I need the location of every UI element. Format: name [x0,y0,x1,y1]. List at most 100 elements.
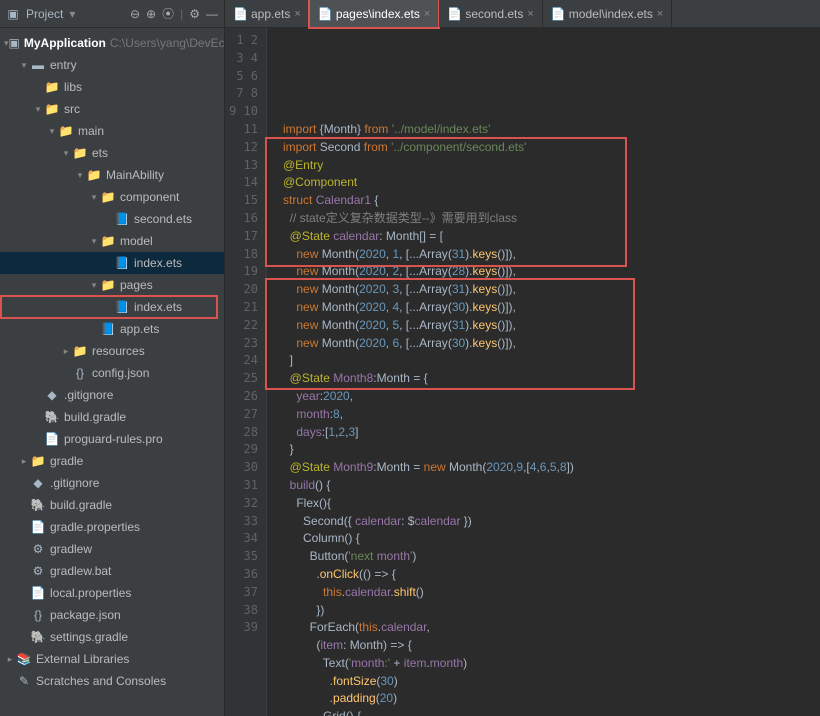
tree-row[interactable]: ⚙gradlew [0,538,224,560]
tree-row[interactable]: ▾▣MyApplicationC:\Users\yang\DevEcoStu [0,32,224,54]
code-line[interactable]: year:2020, [283,388,820,406]
toggle-arrow-icon[interactable]: ▸ [60,346,72,357]
code-line[interactable]: build() { [283,477,820,495]
editor-tab[interactable]: 📄pages\index.ets× [310,0,440,27]
tree-row[interactable]: {}config.json [0,362,224,384]
ets-icon: 📘 [114,255,130,271]
tree-row[interactable]: ▾📁MainAbility [0,164,224,186]
tree-row[interactable]: 🐘build.gradle [0,406,224,428]
tree-row[interactable]: ◆.gitignore [0,384,224,406]
tree-row[interactable]: ▸📁gradle [0,450,224,472]
json-icon: {} [72,365,88,381]
tree-row[interactable]: 📄proguard-rules.pro [0,428,224,450]
code-line[interactable]: Flex(){ [283,495,820,513]
tree-row[interactable]: ▾▬entry [0,54,224,76]
code-line[interactable]: new Month(2020, 3, [...Array(31).keys()]… [283,281,820,299]
toggle-arrow-icon[interactable]: ▾ [18,60,30,71]
code-line[interactable]: this.calendar.shift() [283,584,820,602]
tree-label: index.ets [134,300,182,314]
code-line[interactable]: import {Month} from '../model/index.ets' [283,121,820,139]
code-line[interactable]: import Second from '../component/second.… [283,139,820,157]
tree-row[interactable]: ▾📁pages [0,274,224,296]
collapse-icon[interactable]: ⊖ [130,7,140,21]
toggle-arrow-icon[interactable]: ▾ [46,126,58,137]
code-line[interactable]: .fontSize(30) [283,673,820,691]
project-tree[interactable]: ▾▣MyApplicationC:\Users\yang\DevEcoStu▾▬… [0,28,225,716]
code-editor[interactable]: 1 2 3 4 5 6 7 8 9 10 11 12 13 14 15 16 1… [225,28,820,716]
project-tool-header[interactable]: ▣ Project ▾ ⊖ ⊕ ⦿ | ⚙ — [0,0,225,27]
tree-row[interactable]: ▾📁component [0,186,224,208]
expand-icon[interactable]: ⊕ [146,7,156,21]
folder-icon: 📁 [30,453,46,469]
code-line[interactable]: @State Month9:Month = new Month(2020,9,[… [283,459,820,477]
editor-tab[interactable]: 📄second.ets× [439,0,542,27]
tree-row[interactable]: 📘app.ets [0,318,224,340]
target-icon[interactable]: ⦿ [162,5,174,22]
toggle-arrow-icon[interactable]: ▾ [32,104,44,115]
code-line[interactable]: }) [283,602,820,620]
code-line[interactable]: Column() { [283,530,820,548]
toggle-arrow-icon[interactable]: ▾ [88,236,100,247]
code-line[interactable]: Second({ calendar: $calendar }) [283,513,820,531]
tree-row[interactable]: 📁libs [0,76,224,98]
tree-row[interactable]: 📘index.ets [0,252,224,274]
tree-row[interactable]: ▾📁ets [0,142,224,164]
tree-row[interactable]: 📄local.properties [0,582,224,604]
code-line[interactable]: new Month(2020, 6, [...Array(30).keys()]… [283,335,820,353]
code-line[interactable]: new Month(2020, 5, [...Array(31).keys()]… [283,317,820,335]
code-line[interactable]: days:[1,2,3] [283,424,820,442]
code-line[interactable]: @State calendar: Month[] = [ [283,228,820,246]
close-icon[interactable]: × [657,8,663,20]
code-line[interactable]: ForEach(this.calendar, [283,619,820,637]
tree-row[interactable]: ▸📚External Libraries [0,648,224,670]
code-line[interactable]: new Month(2020, 2, [...Array(28).keys()]… [283,263,820,281]
toggle-arrow-icon[interactable]: ▾ [74,170,86,181]
tree-row[interactable]: ▾📁model [0,230,224,252]
code-line[interactable]: struct Calendar1 { [283,192,820,210]
tree-label: MainAbility [106,168,164,182]
toggle-arrow-icon[interactable]: ▾ [60,148,72,159]
toggle-arrow-icon[interactable]: ▾ [88,192,100,203]
close-icon[interactable]: × [424,8,430,20]
tree-row[interactable]: 📘second.ets [0,208,224,230]
code-line[interactable]: @Component [283,174,820,192]
tree-row[interactable]: 🐘settings.gradle [0,626,224,648]
toggle-arrow-icon[interactable]: ▸ [4,654,16,665]
code-line[interactable]: // state定义复杂数据类型--》需要用到class [283,210,820,228]
gear-icon[interactable]: ⚙ [189,7,200,21]
toggle-arrow-icon[interactable]: ▸ [18,456,30,467]
code-line[interactable]: new Month(2020, 1, [...Array(31).keys()]… [283,246,820,264]
folder-icon: 📁 [100,189,116,205]
tree-row[interactable]: ◆.gitignore [0,472,224,494]
code-line[interactable]: .padding(20) [283,690,820,708]
code-line[interactable]: .onClick(() => { [283,566,820,584]
close-icon[interactable]: × [527,8,533,20]
code-line[interactable]: Button('next month') [283,548,820,566]
close-icon[interactable]: × [294,8,300,20]
tree-row[interactable]: ▾📁main [0,120,224,142]
code-line[interactable]: new Month(2020, 4, [...Array(30).keys()]… [283,299,820,317]
tree-row[interactable]: ▾📁src [0,98,224,120]
hide-icon[interactable]: — [206,7,218,21]
code-line[interactable]: @Entry [283,157,820,175]
tree-row[interactable]: ✎Scratches and Consoles [0,670,224,692]
code-line[interactable]: (item: Month) => { [283,637,820,655]
code-line[interactable]: ] [283,352,820,370]
code-line[interactable]: @State Month8:Month = { [283,370,820,388]
dropdown-icon[interactable]: ▾ [69,7,75,21]
folder-icon: 📁 [100,277,116,293]
code-line[interactable]: Text('month:' + item.month) [283,655,820,673]
tree-row[interactable]: 📘index.ets [0,296,224,318]
code-line[interactable]: month:8, [283,406,820,424]
tree-row[interactable]: ⚙gradlew.bat [0,560,224,582]
code-area[interactable]: import {Month} from '../model/index.ets'… [267,28,820,716]
tree-row[interactable]: 📄gradle.properties [0,516,224,538]
code-line[interactable]: } [283,441,820,459]
tree-row[interactable]: {}package.json [0,604,224,626]
toggle-arrow-icon[interactable]: ▾ [88,280,100,291]
code-line[interactable]: Grid() { [283,708,820,716]
tree-row[interactable]: ▸📁resources [0,340,224,362]
editor-tab[interactable]: 📄model\index.ets× [543,0,672,27]
tree-row[interactable]: 🐘build.gradle [0,494,224,516]
editor-tab[interactable]: 📄app.ets× [225,0,310,27]
